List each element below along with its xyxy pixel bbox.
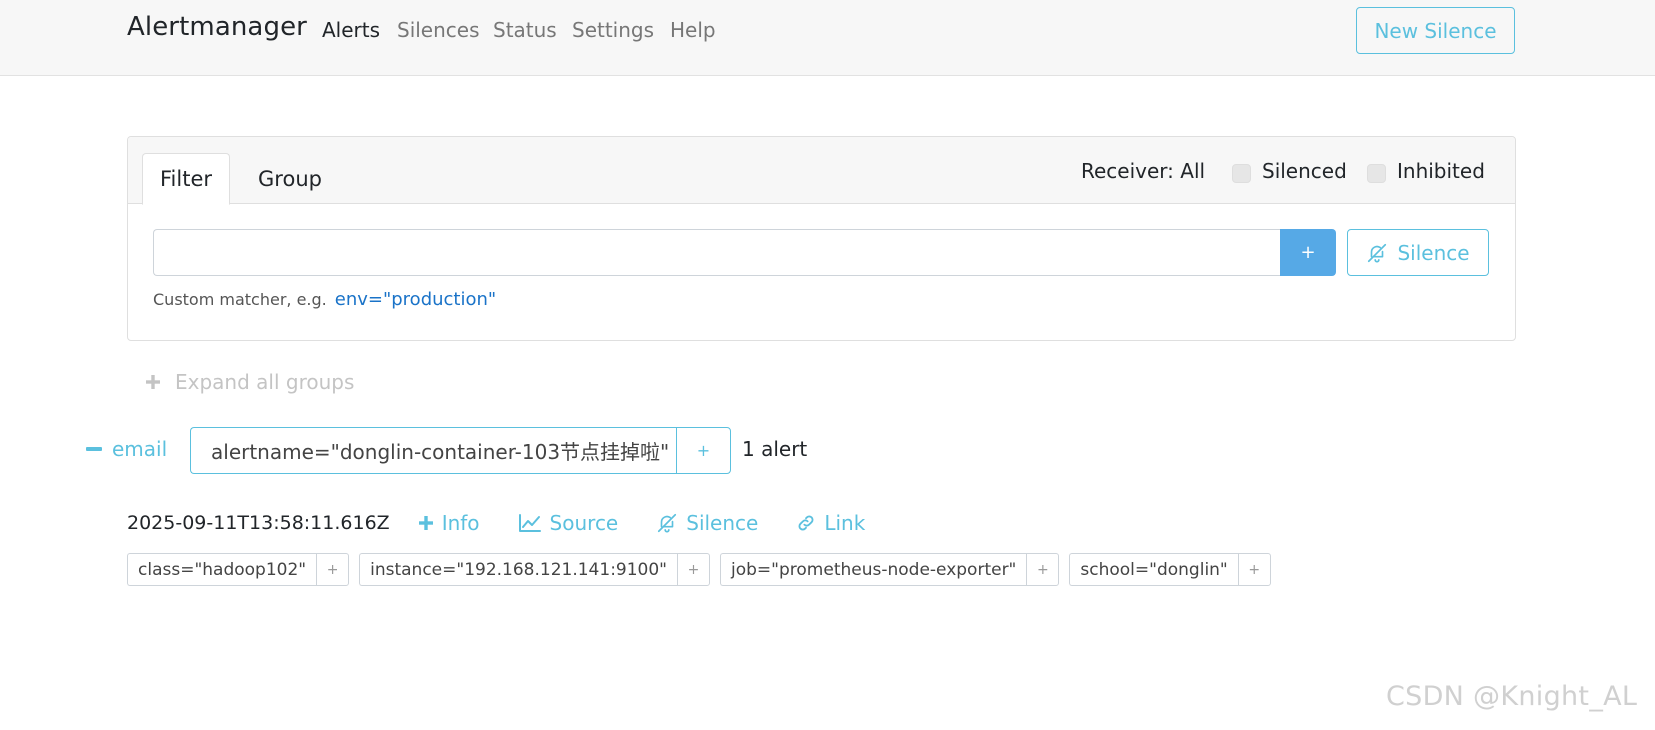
nav-alerts[interactable]: Alerts [322,18,380,42]
line-chart-icon [518,513,542,533]
label-chip: school="donglin" + [1069,553,1271,586]
link-icon [796,513,816,533]
nav-silences[interactable]: Silences [397,18,480,42]
filter-input[interactable] [153,229,1280,276]
tab-group[interactable]: Group [240,153,340,205]
silenced-checkbox[interactable] [1232,164,1251,183]
nav-help[interactable]: Help [670,18,716,42]
minus-icon [86,447,102,451]
info-label: Info [441,511,480,535]
receiver-dropdown[interactable]: Receiver: All [1081,159,1205,183]
matcher-hint-text: Custom matcher, e.g. [153,290,327,309]
group-receiver: email [112,437,168,461]
source-button[interactable]: Source [518,511,619,535]
nav-settings[interactable]: Settings [572,18,654,42]
silenced-label: Silenced [1262,159,1347,183]
label-add-button[interactable]: + [1026,553,1060,586]
new-silence-button[interactable]: New Silence [1356,7,1515,54]
label-add-button[interactable]: + [1237,553,1271,586]
add-matcher-button[interactable]: + [1280,229,1336,276]
filter-silence-button[interactable]: Silence [1347,229,1489,276]
inhibited-label: Inhibited [1397,159,1485,183]
brand-title[interactable]: Alertmanager [127,12,307,42]
alert-silence-label: Silence [686,511,759,535]
filter-card: Filter Group Receiver: All Silenced Inhi… [127,136,1516,341]
link-button[interactable]: Link [796,511,865,535]
matcher-hint: Custom matcher, e.g. env="production" [153,289,496,310]
tab-filter[interactable]: Filter [142,153,230,205]
info-button[interactable]: Info [418,511,480,535]
filter-silence-label: Silence [1397,240,1470,265]
plus-icon [145,374,161,390]
alert-count: 1 alert [742,437,808,461]
inhibited-checkbox[interactable] [1367,164,1386,183]
group-add-filter-button[interactable]: + [676,427,731,474]
label-class[interactable]: class="hadoop102" [127,553,317,586]
label-add-button[interactable]: + [677,553,711,586]
expand-all-label: Expand all groups [175,370,355,394]
navbar: Alertmanager Alerts Silences Status Sett… [0,0,1655,76]
label-school[interactable]: school="donglin" [1069,553,1238,586]
label-chip: job="prometheus-node-exporter" + [720,553,1060,586]
link-label: Link [824,511,866,535]
matcher-hint-example[interactable]: env="production" [335,289,496,310]
group-label[interactable]: alertname="donglin-container-103节点挂掉啦" [190,427,676,474]
alert-timestamp: 2025-09-11T13:58:11.616Z [127,512,390,534]
alert-row: 2025-09-11T13:58:11.616Z Info Source Sil… [127,508,903,538]
bell-slash-icon [1366,242,1388,264]
label-job[interactable]: job="prometheus-node-exporter" [720,553,1027,586]
alert-labels: class="hadoop102" + instance="192.168.12… [127,553,1271,586]
alert-silence-button[interactable]: Silence [656,511,758,535]
expand-all-groups[interactable]: Expand all groups [145,370,354,394]
filter-card-header: Filter Group Receiver: All Silenced Inhi… [128,137,1515,205]
watermark: CSDN @Knight_AL [1386,681,1638,712]
label-chip: class="hadoop102" + [127,553,350,586]
nav-status[interactable]: Status [493,18,557,42]
label-instance[interactable]: instance="192.168.121.141:9100" [359,553,678,586]
plus-icon [418,515,434,531]
source-label: Source [549,511,619,535]
label-add-button[interactable]: + [316,553,350,586]
label-chip: instance="192.168.121.141:9100" + [359,553,711,586]
bell-slash-icon [656,512,678,534]
group-collapse-toggle[interactable]: email [86,437,167,461]
